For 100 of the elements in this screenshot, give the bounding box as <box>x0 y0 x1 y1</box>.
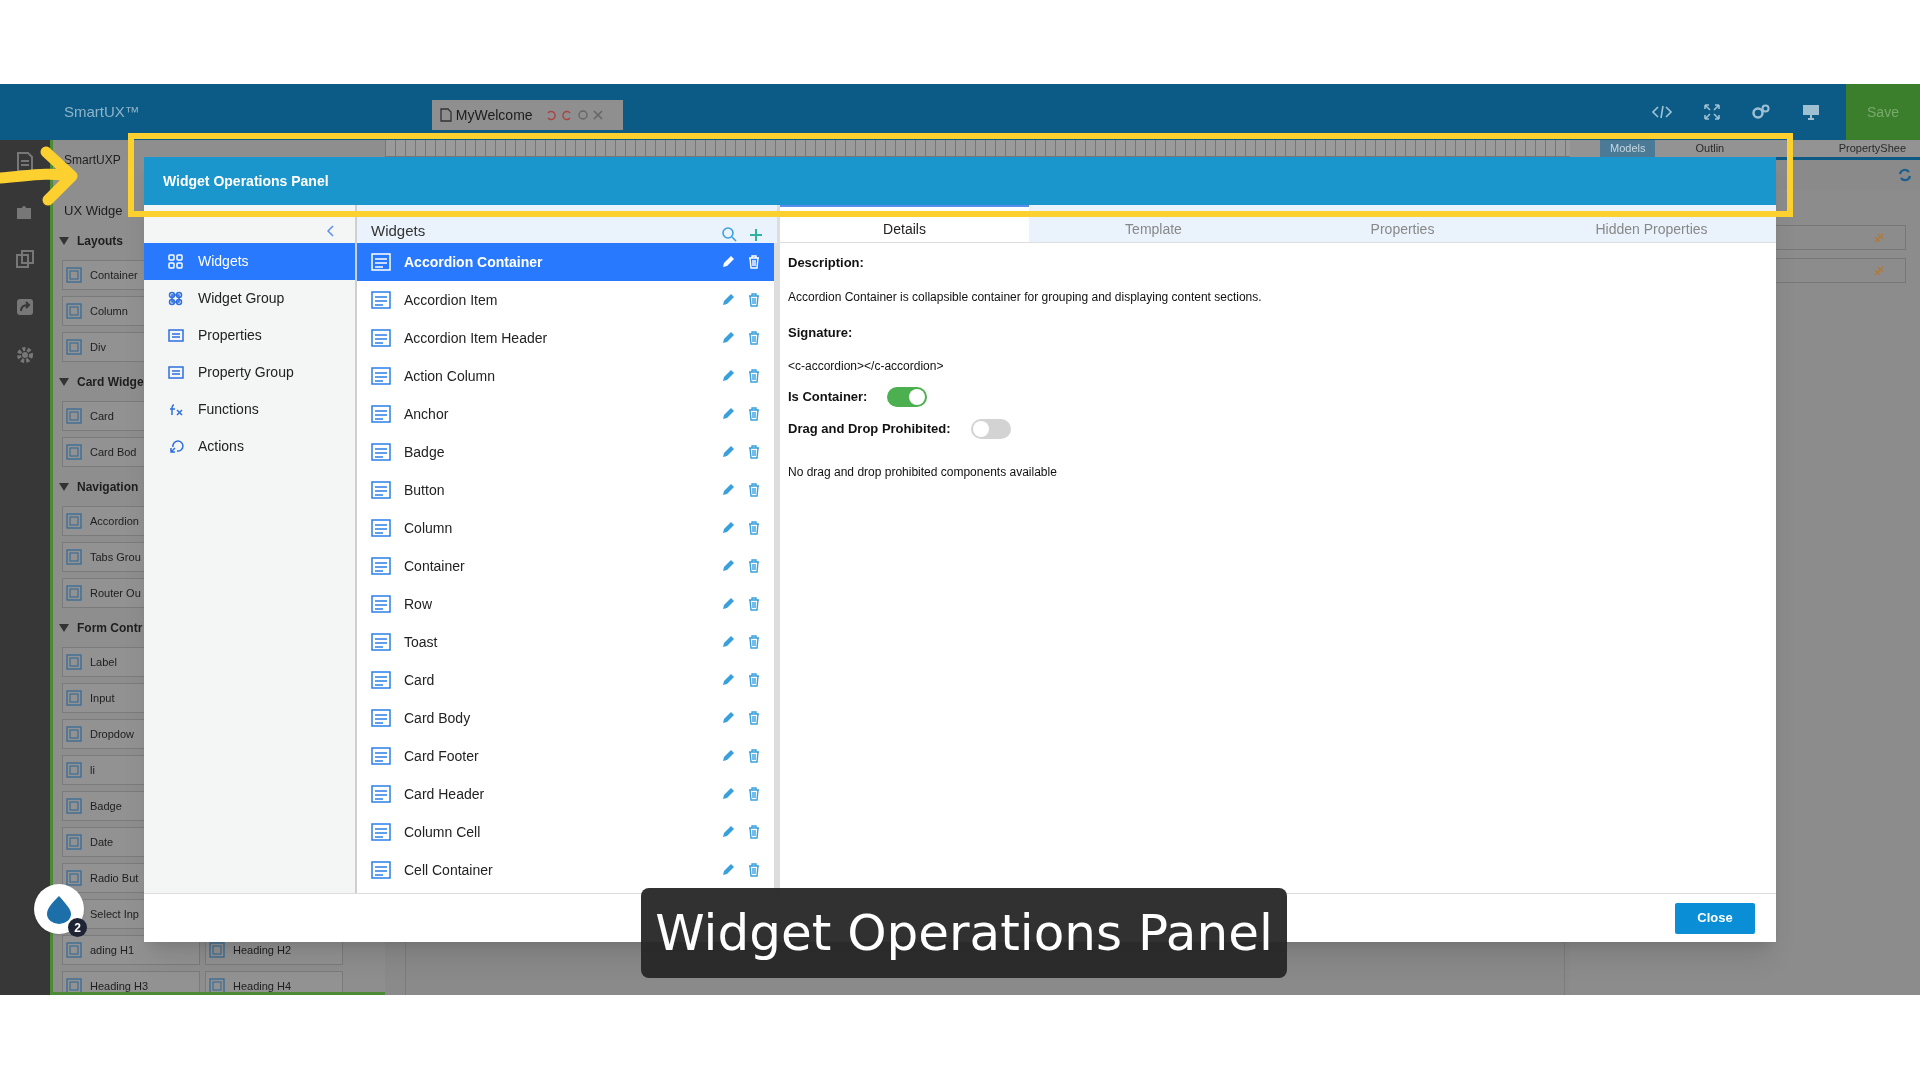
delete-icon[interactable] <box>748 445 760 459</box>
collapse-icon[interactable] <box>327 225 335 237</box>
sidebar-item[interactable]: Widgets <box>144 243 355 280</box>
delete-icon[interactable] <box>748 369 760 383</box>
delete-icon[interactable] <box>748 559 760 573</box>
delete-icon[interactable] <box>748 407 760 421</box>
widget-icon <box>371 443 391 461</box>
delete-icon[interactable] <box>748 825 760 839</box>
edit-icon[interactable] <box>721 825 735 839</box>
delete-icon[interactable] <box>748 635 760 649</box>
menu-item-icon <box>168 290 184 307</box>
settings-icon[interactable] <box>16 346 34 364</box>
widget-icon <box>371 329 391 347</box>
delete-icon[interactable] <box>748 749 760 763</box>
tab[interactable]: Template <box>1029 205 1278 242</box>
widget-list-item[interactable]: Row <box>357 585 774 623</box>
edit-icon[interactable] <box>721 369 735 383</box>
widget-list-item[interactable]: Cell Container <box>357 851 774 889</box>
widget-list-item[interactable]: Card Footer <box>357 737 774 775</box>
widget-icon <box>66 267 82 283</box>
widget-list-item[interactable]: Container <box>357 547 774 585</box>
monitor-icon[interactable] <box>1802 104 1820 120</box>
edit-icon[interactable] <box>721 749 735 763</box>
widget-list-item[interactable]: Column <box>357 509 774 547</box>
document-icon[interactable] <box>16 152 34 172</box>
edit-icon[interactable] <box>721 445 735 459</box>
document-tab[interactable]: MyWelcome <box>431 100 623 130</box>
delete-icon[interactable] <box>748 331 760 345</box>
delete-icon[interactable] <box>748 483 760 497</box>
widget-icon <box>371 671 391 689</box>
widget-icon <box>66 690 82 706</box>
edit-icon[interactable] <box>721 787 735 801</box>
toggle-switch[interactable] <box>887 387 928 407</box>
widget-list-item[interactable]: Card Header <box>357 775 774 813</box>
widget-icon <box>371 785 391 803</box>
section-header: Form Contr <box>77 619 143 637</box>
delete-icon[interactable] <box>748 597 760 611</box>
edit-icon[interactable] <box>721 407 735 421</box>
widget-icon <box>371 557 391 575</box>
widget-list-item[interactable]: Card Body <box>357 699 774 737</box>
redo-icon[interactable] <box>560 109 573 121</box>
expand-arrow-icon[interactable] <box>59 622 69 633</box>
delete-icon[interactable] <box>748 787 760 801</box>
widget-icon <box>209 978 225 992</box>
edit-icon[interactable] <box>721 673 735 687</box>
close-button[interactable]: Close <box>1675 902 1755 934</box>
section-header: Card Widge <box>77 373 144 391</box>
widget-list-item[interactable]: Card <box>357 661 774 699</box>
add-icon[interactable] <box>749 228 763 242</box>
edit-icon[interactable] <box>721 711 735 725</box>
widget-list-item[interactable]: Accordion Item Header <box>357 319 774 357</box>
widget-icon <box>66 978 82 992</box>
edit-icon[interactable] <box>721 483 735 497</box>
widget-icon <box>371 367 391 385</box>
share-icon[interactable] <box>16 298 34 316</box>
widget-list-item[interactable]: Anchor <box>357 395 774 433</box>
widget-list-item[interactable]: Badge <box>357 433 774 471</box>
edit-icon[interactable] <box>721 331 735 345</box>
expand-icon[interactable] <box>1704 104 1720 120</box>
panel-tab[interactable]: Outlin <box>1685 140 1735 157</box>
widget-icon <box>371 633 391 651</box>
widget-icon <box>66 339 82 355</box>
edit-icon[interactable] <box>721 559 735 573</box>
gears-icon[interactable] <box>1752 104 1770 120</box>
widget-list-item[interactable]: Column Cell <box>357 813 774 851</box>
widget-list-item[interactable]: Button <box>357 471 774 509</box>
widget-icon <box>66 762 82 778</box>
edit-icon[interactable] <box>721 597 735 611</box>
delete-icon[interactable] <box>748 863 760 877</box>
edit-icon[interactable] <box>721 521 735 535</box>
widget-icon <box>371 253 391 271</box>
palette-item[interactable]: Heading H4 <box>205 971 343 992</box>
panel-tab[interactable]: Models <box>1600 140 1656 157</box>
widget-list-item[interactable]: Accordion Item <box>357 281 774 319</box>
edit-icon[interactable] <box>721 635 735 649</box>
delete-icon[interactable] <box>748 711 760 725</box>
widget-list-item[interactable]: Toast <box>357 623 774 661</box>
widget-icon <box>66 408 82 424</box>
expand-arrow-icon[interactable] <box>59 376 69 387</box>
edit-icon[interactable] <box>721 863 735 877</box>
search-icon[interactable] <box>721 226 737 242</box>
code-icon[interactable] <box>1652 105 1672 119</box>
widget-list-item[interactable]: Accordion Container <box>357 243 774 281</box>
widget-list-item[interactable]: Action Column <box>357 357 774 395</box>
delete-icon[interactable] <box>748 673 760 687</box>
toggle-switch[interactable] <box>970 419 1011 439</box>
expand-arrow-icon[interactable] <box>59 481 69 492</box>
tab[interactable]: Hidden Properties <box>1527 205 1776 242</box>
panel-tab[interactable]: PropertyShee <box>1828 140 1916 157</box>
edit-icon[interactable] <box>721 255 735 269</box>
palette-item[interactable]: Heading H3 <box>62 971 200 992</box>
tab[interactable]: Properties <box>1278 205 1527 242</box>
copy-icon[interactable] <box>16 250 34 268</box>
edit-icon[interactable] <box>721 293 735 307</box>
widget-icon <box>66 549 82 565</box>
menu-item-icon <box>168 327 184 344</box>
delete-icon[interactable] <box>748 521 760 535</box>
close-icon[interactable] <box>592 110 603 120</box>
expand-arrow-icon[interactable] <box>59 235 69 246</box>
delete-icon[interactable] <box>748 293 760 307</box>
